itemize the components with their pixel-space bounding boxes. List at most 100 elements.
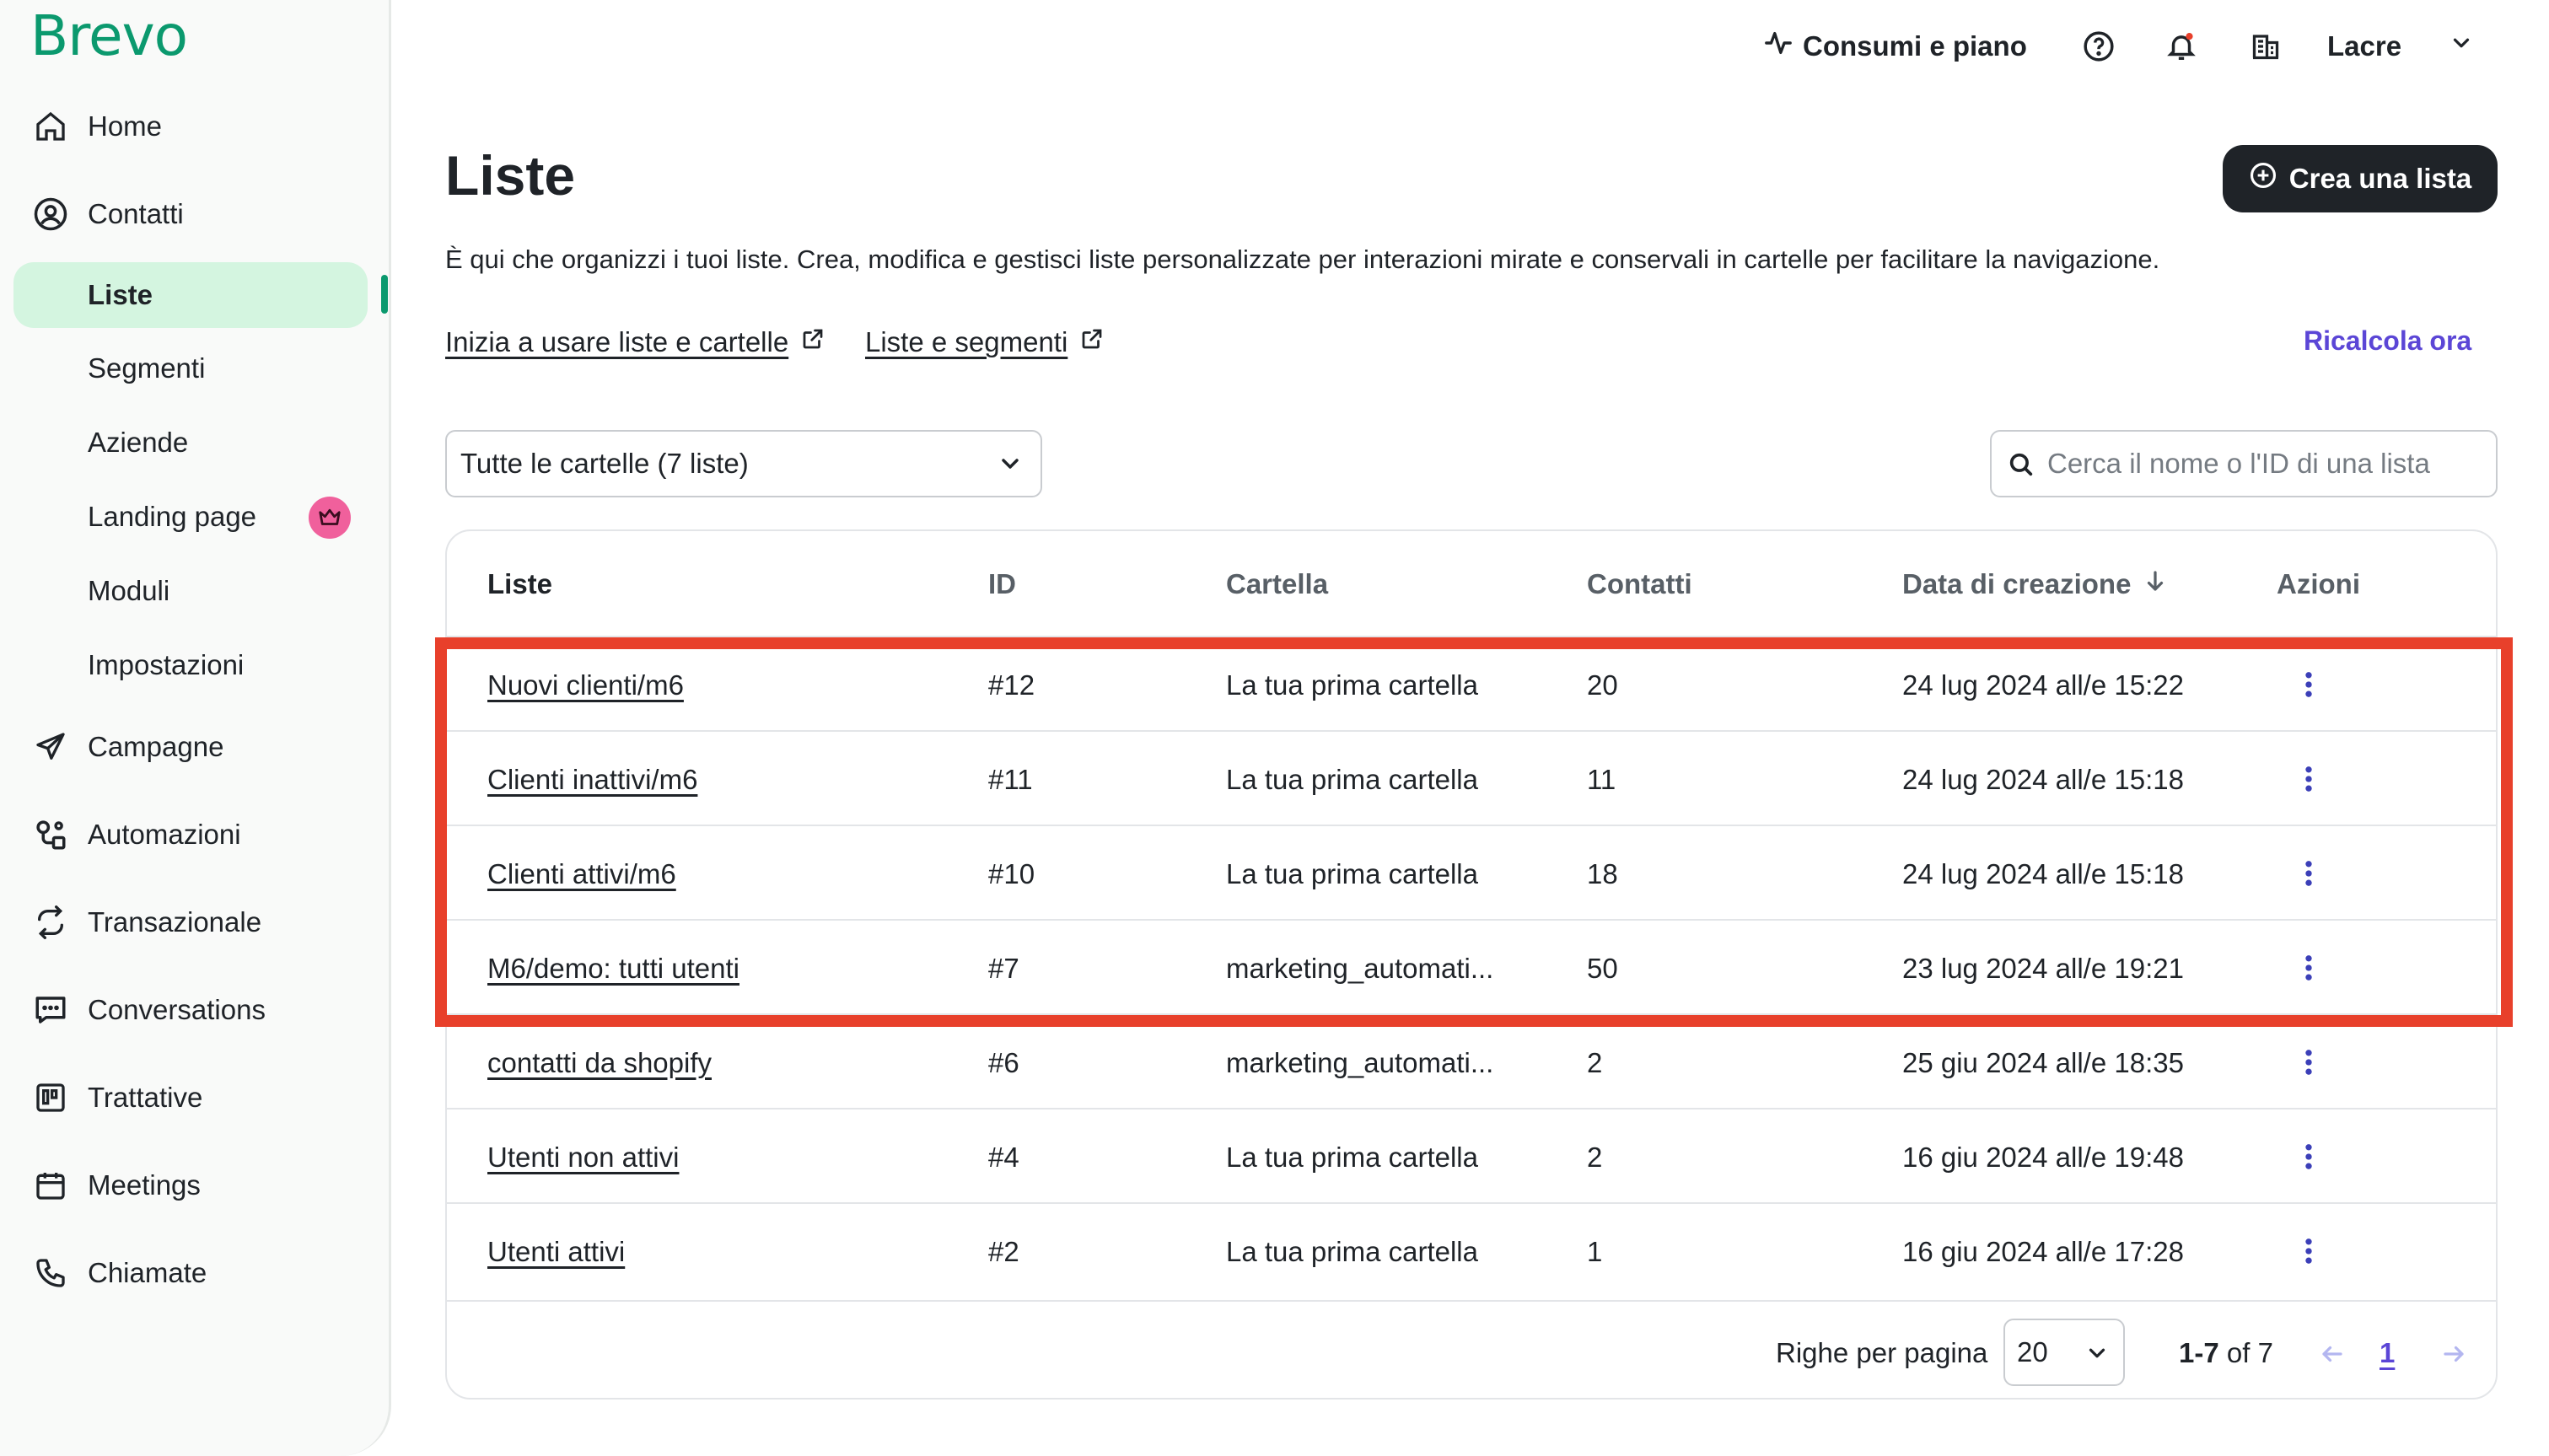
list-folder: La tua prima cartella [1226, 1236, 1478, 1267]
sidebar-item-label: Campagne [88, 731, 224, 762]
more-actions-icon[interactable] [2292, 1135, 2326, 1179]
brevo-logo[interactable]: Brevo [30, 3, 188, 68]
list-contacts: 2 [1587, 1047, 1603, 1078]
next-page-arrow-icon[interactable] [2437, 1337, 2471, 1371]
page-description: È qui che organizzi i tuoi liste. Crea, … [445, 244, 2160, 274]
list-name-link[interactable]: contatti da shopify [487, 1047, 712, 1079]
automation-icon [32, 816, 69, 853]
rows-per-page-label: Righe per pagina [1776, 1337, 1988, 1368]
table-row: Utenti non attivi #4 La tua prima cartel… [447, 1108, 2496, 1202]
sidebar-item-label: Landing page [88, 501, 257, 532]
column-header-created-label: Data di creazione [1902, 568, 2132, 599]
sidebar-item-label: Home [88, 110, 163, 142]
sidebar-item-transactional[interactable]: Transazionale [0, 889, 371, 956]
send-icon [32, 728, 69, 766]
search-input[interactable] [2047, 440, 2486, 487]
more-actions-icon[interactable] [2292, 1040, 2326, 1084]
create-list-label: Crea una lista [2288, 163, 2472, 194]
list-id: #4 [988, 1142, 1019, 1173]
help-icon[interactable] [2078, 25, 2120, 67]
sidebar-item-label: Impostazioni [88, 649, 245, 680]
usage-plan-button[interactable]: Consumi e piano [1764, 25, 2027, 67]
column-header-actions: Azioni [2277, 568, 2360, 599]
activity-icon [1764, 29, 1793, 64]
folder-filter-value: Tutte le cartelle (7 liste) [460, 448, 749, 479]
building-icon[interactable] [2245, 25, 2287, 67]
sidebar-item-meetings[interactable]: Meetings [0, 1152, 371, 1219]
sidebar-item-label: Meetings [88, 1169, 201, 1201]
sidebar-subitem-liste[interactable]: Liste [13, 262, 368, 328]
column-header-contacts[interactable]: Contatti [1587, 568, 1692, 600]
sidebar-item-label: Aziende [88, 427, 189, 458]
more-actions-icon[interactable] [2292, 1229, 2326, 1273]
folder-filter-select[interactable]: Tutte le cartelle (7 liste) [445, 430, 1042, 497]
list-folder: marketing_automati... [1226, 1047, 1494, 1078]
account-name: Lacre [2327, 30, 2402, 62]
calendar-icon [32, 1167, 69, 1204]
sidebar-item-label: Automazioni [88, 819, 241, 850]
list-name-link[interactable]: Utenti attivi [487, 1236, 625, 1268]
sidebar: Brevo Home Contatti Liste Segmenti Azien… [0, 0, 391, 1456]
sidebar-item-label: Chiamate [88, 1257, 207, 1288]
list-created: 16 giu 2024 all/e 19:48 [1902, 1142, 2184, 1173]
page-number-current[interactable]: 1 [2380, 1337, 2395, 1369]
recalculate-now-link[interactable]: Ricalcola ora [2304, 325, 2471, 357]
highlight-annotation-box [435, 637, 2513, 1027]
help-link-lists-folders[interactable]: Inizia a usare liste e cartelle [445, 325, 825, 359]
sidebar-item-home[interactable]: Home [0, 93, 371, 160]
notification-bell-icon[interactable] [2160, 25, 2202, 67]
table-row: contatti da shopify #6 marketing_automat… [447, 1013, 2496, 1108]
column-header-folder[interactable]: Cartella [1226, 568, 1328, 600]
sidebar-item-contacts[interactable]: Contatti [0, 180, 371, 248]
sidebar-item-label: Segmenti [88, 352, 206, 384]
page-title: Liste [445, 144, 576, 207]
table-row: Utenti attivi #2 La tua prima cartella 1… [447, 1202, 2496, 1297]
sidebar-item-label: Liste [88, 279, 153, 310]
chevron-down-icon [2449, 30, 2474, 62]
sidebar-subitem-segmenti[interactable]: Segmenti [13, 336, 368, 401]
sidebar-item-campaigns[interactable]: Campagne [0, 713, 371, 781]
sidebar-item-calls[interactable]: Chiamate [0, 1239, 371, 1307]
chevron-down-icon [2084, 1340, 2110, 1373]
sidebar-item-label: Moduli [88, 575, 170, 606]
list-name-link[interactable]: Utenti non attivi [487, 1142, 679, 1174]
usage-plan-label: Consumi e piano [1803, 30, 2027, 62]
contact-icon [32, 196, 69, 233]
rows-per-page-select[interactable]: 20 [2003, 1319, 2125, 1386]
sidebar-item-deals[interactable]: Trattative [0, 1064, 371, 1131]
list-id: #6 [988, 1047, 1019, 1078]
help-link-lists-segments[interactable]: Liste e segmenti [865, 325, 1105, 359]
column-header-id[interactable]: ID [988, 568, 1016, 600]
column-header-created[interactable]: Data di creazione [1902, 568, 2168, 600]
chevron-down-icon [997, 450, 1024, 484]
list-created: 16 giu 2024 all/e 17:28 [1902, 1236, 2184, 1267]
account-menu[interactable]: Lacre [2327, 25, 2474, 67]
rows-per-page-value: 20 [2017, 1336, 2048, 1367]
pagination-range: 1-7 of 7 [2179, 1337, 2273, 1369]
previous-page-arrow-icon[interactable] [2315, 1337, 2349, 1371]
sidebar-item-conversations[interactable]: Conversations [0, 976, 371, 1044]
list-search-field[interactable] [1990, 430, 2498, 497]
pagination-bar: Righe per pagina 20 1-7 of 7 1 [447, 1300, 2496, 1398]
sort-arrow-down-icon [2143, 568, 2168, 600]
home-icon [32, 108, 69, 145]
sidebar-subitem-moduli[interactable]: Moduli [13, 558, 368, 624]
transactional-icon [32, 904, 69, 941]
pagination-range-value: 1-7 [2179, 1337, 2219, 1368]
list-contacts: 2 [1587, 1142, 1603, 1173]
chat-icon [32, 991, 69, 1029]
list-id: #2 [988, 1236, 1019, 1267]
list-folder: La tua prima cartella [1226, 1142, 1478, 1173]
column-header-lists[interactable]: Liste [487, 568, 552, 600]
search-icon [2007, 450, 2035, 483]
list-created: 25 giu 2024 all/e 18:35 [1902, 1047, 2184, 1078]
create-list-button[interactable]: Crea una lista [2223, 145, 2498, 212]
sidebar-item-automations[interactable]: Automazioni [0, 801, 371, 868]
deals-icon [32, 1079, 69, 1116]
sidebar-subitem-aziende[interactable]: Aziende [13, 410, 368, 475]
list-contacts: 1 [1587, 1236, 1603, 1267]
sidebar-subitem-impostazioni[interactable]: Impostazioni [13, 632, 368, 698]
pagination-total: of 7 [2226, 1337, 2273, 1368]
plus-circle-icon [2249, 161, 2277, 196]
help-link-label: Inizia a usare liste e cartelle [445, 326, 789, 357]
